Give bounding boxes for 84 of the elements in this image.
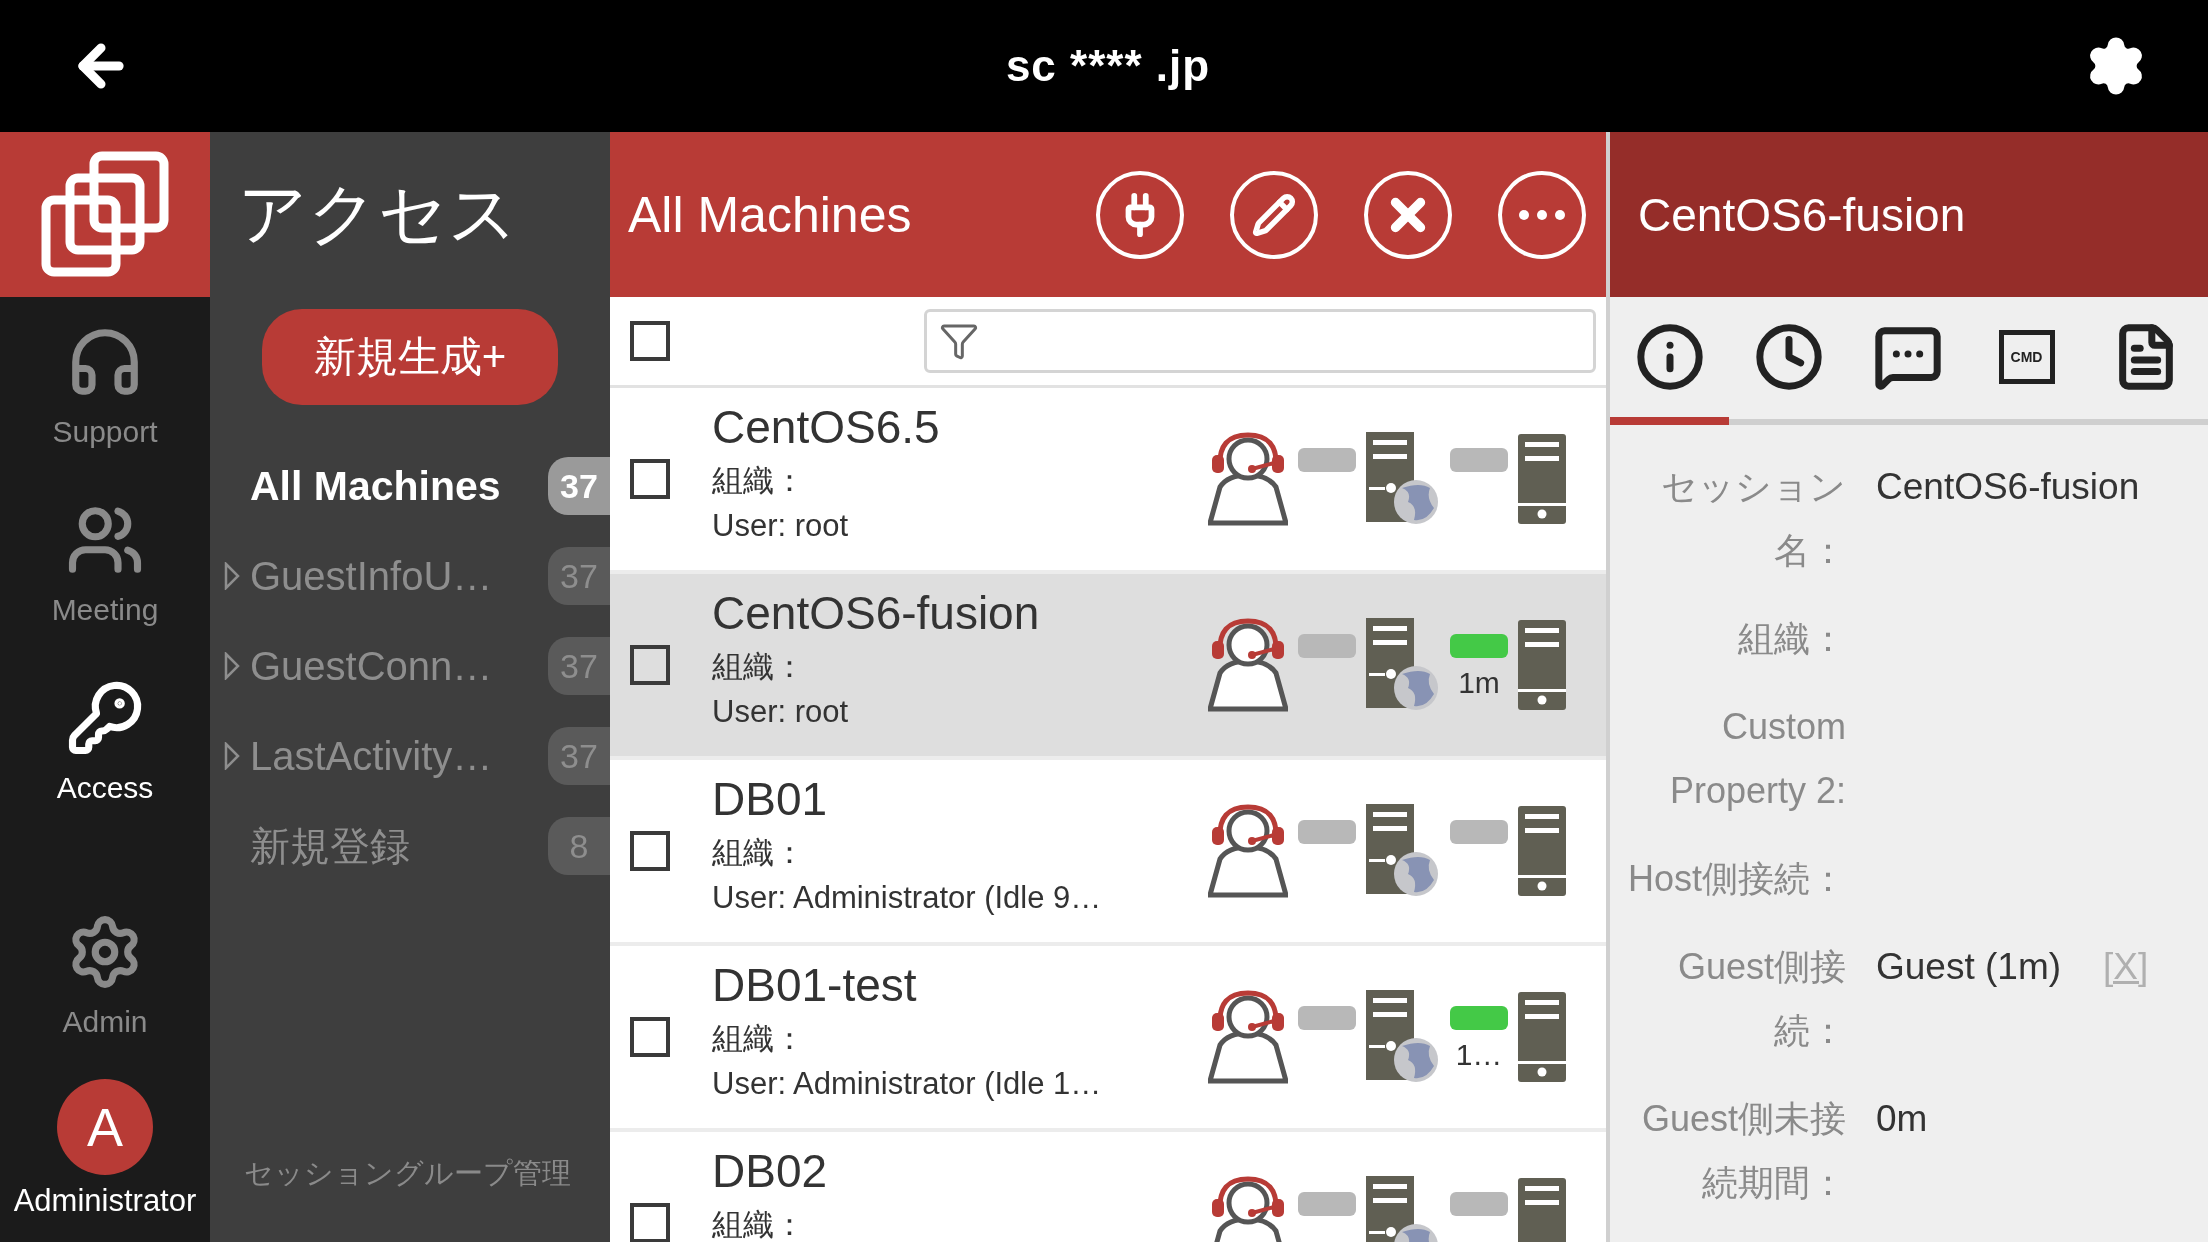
nav-item[interactable]: Support <box>0 297 210 475</box>
server-tower-icon <box>1518 992 1566 1082</box>
machine-name: CentOS6-fusion <box>712 586 1041 640</box>
create-button[interactable]: 新規生成+ <box>262 309 558 405</box>
headset-agent-icon <box>1208 617 1288 713</box>
user-text: User: Administrator (Idle 1… <box>712 1066 1103 1102</box>
expand-triangle-icon[interactable] <box>224 562 240 590</box>
user-avatar[interactable]: A <box>57 1079 153 1175</box>
clock-icon <box>1753 322 1824 392</box>
row-checkbox[interactable] <box>630 645 670 685</box>
row-checkbox[interactable] <box>630 459 670 499</box>
server-globe-icon <box>1366 804 1440 898</box>
user-text: User: root <box>712 508 850 544</box>
headset-agent-icon <box>1208 803 1288 899</box>
count-badge: 37 <box>548 457 610 515</box>
field-label: Host側接続： <box>1626 857 1846 901</box>
key-icon <box>66 679 144 757</box>
nav-label: Support <box>52 415 158 449</box>
group-item[interactable]: LastActivity… <box>250 733 548 779</box>
row-checkbox[interactable] <box>630 831 670 871</box>
nav-item[interactable]: Meeting <box>0 475 210 653</box>
more-icon <box>1519 209 1565 220</box>
user-name: Administrator <box>13 1183 197 1219</box>
server-tower-icon <box>1518 806 1566 896</box>
group-item[interactable]: GuestInfoU… <box>250 553 548 599</box>
field-value: 0m <box>1876 1097 1928 1141</box>
machine-name: DB01 <box>712 772 829 826</box>
host-time: 1… <box>1455 1038 1503 1072</box>
section-title: アクセス <box>237 174 519 253</box>
server-globe-icon <box>1366 1176 1440 1242</box>
info-icon <box>1634 322 1705 392</box>
nav-item[interactable]: Admin <box>0 887 210 1065</box>
filter-field[interactable] <box>924 309 1596 373</box>
pencil-icon <box>1252 192 1296 237</box>
server-tower-icon <box>1518 620 1566 710</box>
organization-text: 組織： <box>712 834 806 872</box>
row-checkbox[interactable] <box>630 1017 670 1057</box>
field-value: Guest (1m) <box>1876 945 2062 989</box>
organization-text: 組織： <box>712 648 806 686</box>
machine-row[interactable]: CentOS6-fusion 組織： User: root 1m <box>610 574 1606 760</box>
more-button[interactable] <box>1498 170 1586 259</box>
nav-label: Admin <box>62 1005 148 1039</box>
machine-name: DB01-test <box>712 958 918 1012</box>
expand-triangle-icon[interactable] <box>224 742 240 770</box>
organization-text: 組織： <box>712 462 806 500</box>
machine-name: CentOS6.5 <box>712 400 941 454</box>
group-item[interactable]: 新規登録 <box>250 818 548 874</box>
list-title: All Machines <box>628 185 913 244</box>
field-label: セッション名： <box>1660 465 1846 573</box>
headset-agent-icon <box>1208 431 1288 527</box>
nav-label: Access <box>56 771 154 805</box>
server-tower-icon <box>1518 434 1566 524</box>
field-label: Guest側接続： <box>1676 945 1846 1053</box>
host-time: 1m <box>1458 666 1500 700</box>
select-all-checkbox[interactable] <box>630 321 670 361</box>
headset-agent-icon <box>1208 989 1288 1085</box>
field-label: Guest側未接続期間： <box>1640 1097 1846 1205</box>
machine-name: DB02 <box>712 1144 829 1198</box>
field-value: CentOS6-fusion <box>1876 465 2140 509</box>
logo-icon <box>40 149 170 280</box>
nav-item[interactable]: Access <box>0 653 210 831</box>
row-checkbox[interactable] <box>630 1203 670 1242</box>
details-title: CentOS6-fusion <box>1610 132 2208 297</box>
field-label: Custom Property 2: <box>1668 705 1846 813</box>
group-item[interactable]: All Machines <box>250 462 548 510</box>
user-text: User: root <box>712 694 850 730</box>
expand-triangle-icon[interactable] <box>224 652 240 680</box>
server-tower-icon <box>1518 1178 1566 1242</box>
command-box: CMD <box>1998 330 2055 384</box>
user-text: User: Administrator (Idle 9… <box>712 880 1103 916</box>
server-globe-icon <box>1366 618 1440 712</box>
edit-button[interactable] <box>1230 170 1318 259</box>
connect-button[interactable] <box>1096 170 1184 259</box>
organization-text: 組織： <box>712 1020 806 1058</box>
server-globe-icon <box>1366 990 1440 1084</box>
window-title: sc **** .jp <box>1005 41 1211 91</box>
group-item[interactable]: GuestConn… <box>250 643 548 689</box>
group-manage-link[interactable]: セッショングループ管理 <box>210 1154 610 1194</box>
organization-text: 組織： <box>712 1206 806 1242</box>
server-globe-icon <box>1366 432 1440 526</box>
detail-tab[interactable]: CMD <box>1967 297 2086 425</box>
field-label: 組織： <box>1737 617 1846 661</box>
nav-label: Meeting <box>51 593 159 627</box>
delete-button[interactable] <box>1364 170 1452 259</box>
